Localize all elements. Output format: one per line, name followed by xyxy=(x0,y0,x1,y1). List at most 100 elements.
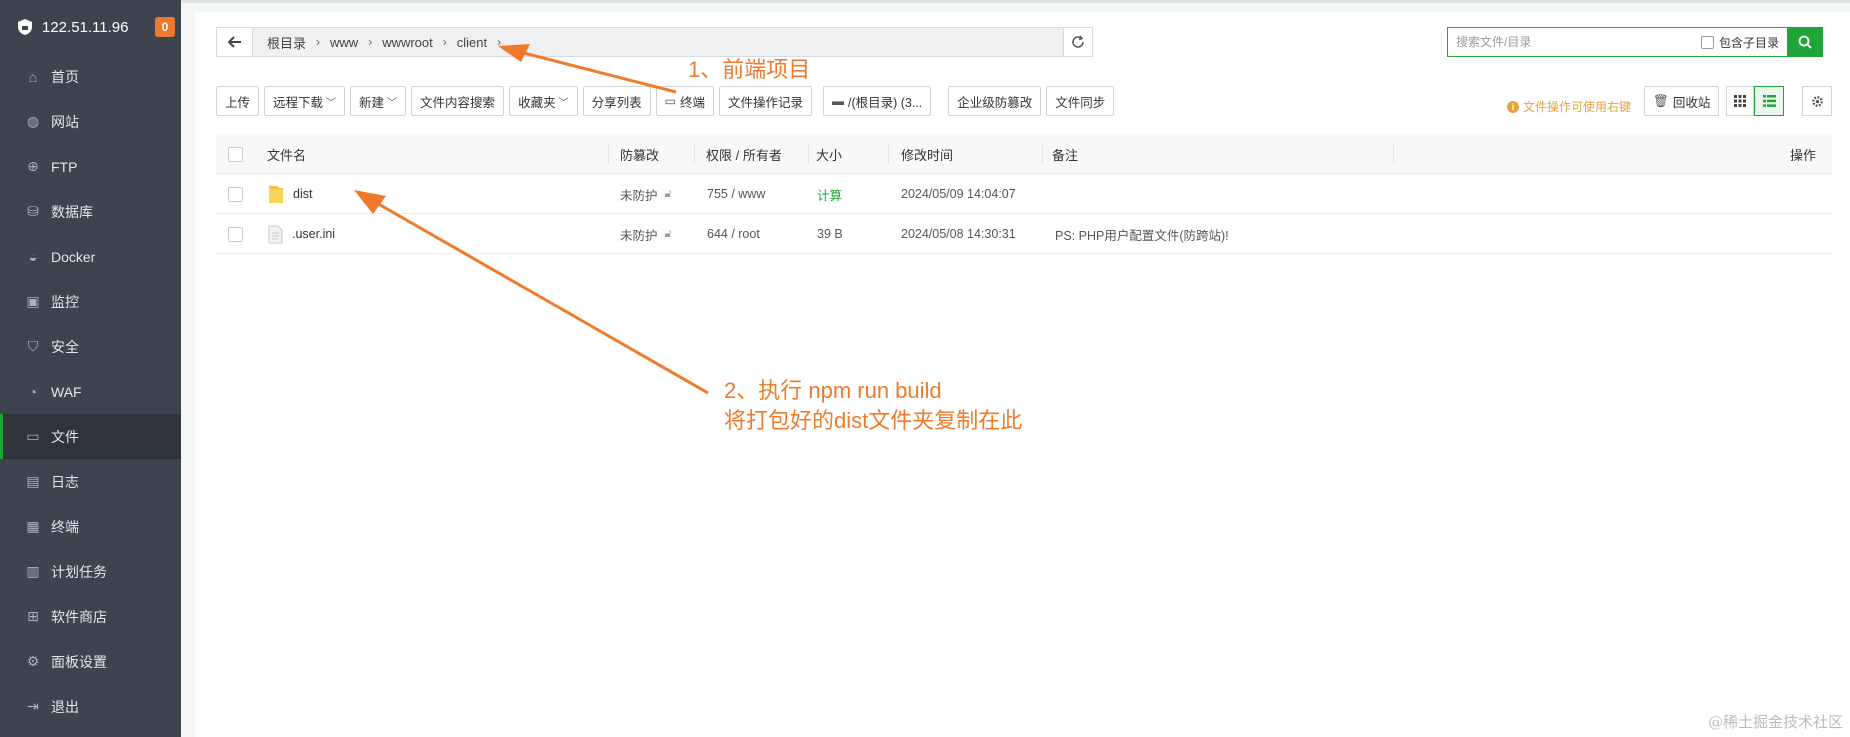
recycle-bin-button[interactable]: 🗑 回收站 xyxy=(1644,86,1720,116)
header-perm: 权限 / 所有者 xyxy=(706,147,782,163)
refresh-button[interactable] xyxy=(1063,27,1093,57)
row-checkbox-cell xyxy=(228,174,243,214)
search-button[interactable] xyxy=(1787,27,1823,57)
sidebar-item-5[interactable]: ▣ 监控 xyxy=(0,279,181,324)
new-label: 新建 xyxy=(359,95,385,110)
path-bar[interactable]: 根目录 › www › wwwroot › client › xyxy=(216,27,1093,57)
bt-logo-icon xyxy=(18,19,32,35)
sidebar-item-label: 安全 xyxy=(51,338,79,355)
unlock-icon: 🔓︎ xyxy=(664,227,672,240)
upload-button[interactable]: 上传 xyxy=(216,86,260,116)
row-checkbox[interactable] xyxy=(228,226,243,242)
row-checkbox-cell xyxy=(228,214,243,254)
sidebar-item-10[interactable]: ▦ 终端 xyxy=(0,504,181,549)
tamper-status[interactable]: 未防护 🔓︎ xyxy=(620,174,672,214)
sidebar-item-label: WAF xyxy=(51,383,82,400)
file-name-cell[interactable]: dist xyxy=(268,174,312,214)
sidebar-item-label: 网站 xyxy=(51,113,79,130)
file-manager-panel: 根目录› www› wwwroot› client› 包含子目录 上传 远程下载… xyxy=(195,12,1850,737)
notification-badge[interactable]: 0 xyxy=(155,17,175,37)
file-name-cell[interactable]: .user.ini xyxy=(268,214,335,254)
sidebar-item-6[interactable]: ⛉ 安全 xyxy=(0,324,181,369)
sidebar-item-label: Docker xyxy=(51,248,96,265)
header-mtime[interactable]: 修改时间 xyxy=(901,134,953,174)
chevron-down-icon: ﹀ xyxy=(387,97,398,109)
store-icon: ⊞ xyxy=(27,608,39,624)
file-sync-button[interactable]: 文件同步 xyxy=(1046,86,1115,116)
table-row[interactable]: .user.ini 未防护 🔓︎ 644 / root 39 B 2024/05/… xyxy=(216,214,1832,254)
row-checkbox[interactable] xyxy=(228,186,243,202)
waf-icon: ◔ xyxy=(28,383,38,400)
sidebar-item-3[interactable]: ⛁ 数据库 xyxy=(0,189,181,234)
favorites-button[interactable]: 收藏夹 ﹀ xyxy=(509,86,578,116)
database-icon: ⛁ xyxy=(27,203,39,219)
folder-icon xyxy=(269,186,283,203)
sidebar-item-7[interactable]: ◔ WAF xyxy=(0,369,181,414)
column-divider xyxy=(1042,144,1043,164)
header-size[interactable]: 大小 xyxy=(816,134,842,174)
file-name[interactable]: .user.ini xyxy=(292,227,335,241)
sidebar-item-1[interactable]: ◍ 网站 xyxy=(0,99,181,144)
sidebar-item-14[interactable]: ⇥ 退出 xyxy=(0,684,181,729)
breadcrumb: 根目录 › www › wwwroot › client › xyxy=(253,28,505,56)
search-icon xyxy=(1798,35,1812,49)
include-subdir-checkbox[interactable]: 包含子目录 xyxy=(1700,34,1787,51)
terminal-icon: ▭ xyxy=(664,94,676,108)
sidebar-item-8[interactable]: ▭ 文件 xyxy=(0,414,181,459)
crumb-root[interactable]: 根目录 xyxy=(261,33,312,52)
back-button[interactable] xyxy=(217,28,253,56)
list-view-button[interactable] xyxy=(1754,86,1784,116)
sidebar-item-12[interactable]: ⊞ 软件商店 xyxy=(0,594,181,639)
checkbox[interactable] xyxy=(1700,35,1714,49)
annotation-step2: 2、执行 npm run build 将打包好的dist文件夹复制在此 xyxy=(724,376,1022,436)
list-icon xyxy=(1762,95,1776,107)
chevron-down-icon: ﹀ xyxy=(326,97,337,109)
sidebar-item-9[interactable]: ▤ 日志 xyxy=(0,459,181,504)
annotation-step2-line2: 将打包好的dist文件夹复制在此 xyxy=(724,408,1023,433)
operation-log-button[interactable]: 文件操作记录 xyxy=(718,86,812,116)
tamper-status[interactable]: 未防护 🔓︎ xyxy=(620,214,672,254)
sidebar-item-label: 软件商店 xyxy=(51,608,107,625)
disk-icon: ▬ xyxy=(831,94,844,108)
grid-icon xyxy=(1734,95,1746,107)
new-button[interactable]: 新建 ﹀ xyxy=(350,86,407,116)
permission-cell[interactable]: 644 / root xyxy=(707,214,760,254)
crumb-wwwroot[interactable]: wwwroot xyxy=(376,35,439,50)
terminal-label: 终端 xyxy=(679,95,705,110)
content-search-button[interactable]: 文件内容搜索 xyxy=(411,86,505,116)
settings-button[interactable] xyxy=(1802,86,1832,116)
crumb-client[interactable]: client xyxy=(451,35,493,50)
table-row[interactable]: dist 未防护 🔓︎ 755 / www 计算 2024/05/09 14:04… xyxy=(216,174,1832,214)
chevron-right-icon: › xyxy=(497,35,502,49)
terminal-button[interactable]: ▭ 终端 xyxy=(655,86,714,116)
crumb-www[interactable]: www xyxy=(324,35,364,50)
file-name[interactable]: dist xyxy=(293,187,312,201)
sidebar-item-2[interactable]: ⊕ FTP xyxy=(0,144,181,189)
header-name[interactable]: 文件名 xyxy=(267,134,306,174)
search-input[interactable] xyxy=(1448,28,1701,56)
sidebar-item-11[interactable]: ▥ 计划任务 xyxy=(0,549,181,594)
sidebar-item-label: 数据库 xyxy=(51,203,93,220)
sidebar-item-0[interactable]: ⌂ 首页 xyxy=(0,54,181,99)
tamper-label: 未防护 xyxy=(620,188,658,203)
sidebar-item-4[interactable]: ◒ Docker xyxy=(0,234,181,279)
tamper-proof-button[interactable]: 企业级防篡改 xyxy=(948,86,1042,116)
favorites-label: 收藏夹 xyxy=(518,95,556,110)
calculate-size-link[interactable]: 计算 xyxy=(817,174,842,214)
modified-time: 2024/05/09 14:04:07 xyxy=(901,187,1016,201)
toolbar: 上传 远程下载 ﹀ 新建 ﹀ 文件内容搜索 收藏夹 ﹀ 分享列表 ▭ 终端 文件操作记录… xyxy=(216,86,1119,116)
grid-view-button[interactable] xyxy=(1726,86,1754,116)
include-subdir-label: 包含子目录 xyxy=(1718,35,1779,50)
column-divider xyxy=(694,144,695,164)
sidebar-item-13[interactable]: ⚙ 面板设置 xyxy=(0,639,181,684)
globe-icon: ◍ xyxy=(26,113,40,129)
remark-cell[interactable]: PS: PHP用户配置文件(防跨站)! xyxy=(1055,214,1229,254)
sidebar-item-label: 文件 xyxy=(51,428,79,445)
remote-download-button[interactable]: 远程下载 ﹀ xyxy=(264,86,346,116)
share-list-button[interactable]: 分享列表 xyxy=(582,86,651,116)
select-all-checkbox[interactable] xyxy=(228,146,243,162)
annotation-step2-line1: 2、执行 npm run build xyxy=(724,378,942,403)
disk-button[interactable]: ▬/(根目录) (3... xyxy=(822,86,932,116)
permission-cell[interactable]: 755 / www xyxy=(707,174,765,214)
disk-label: /(根目录) (3... xyxy=(847,95,923,110)
